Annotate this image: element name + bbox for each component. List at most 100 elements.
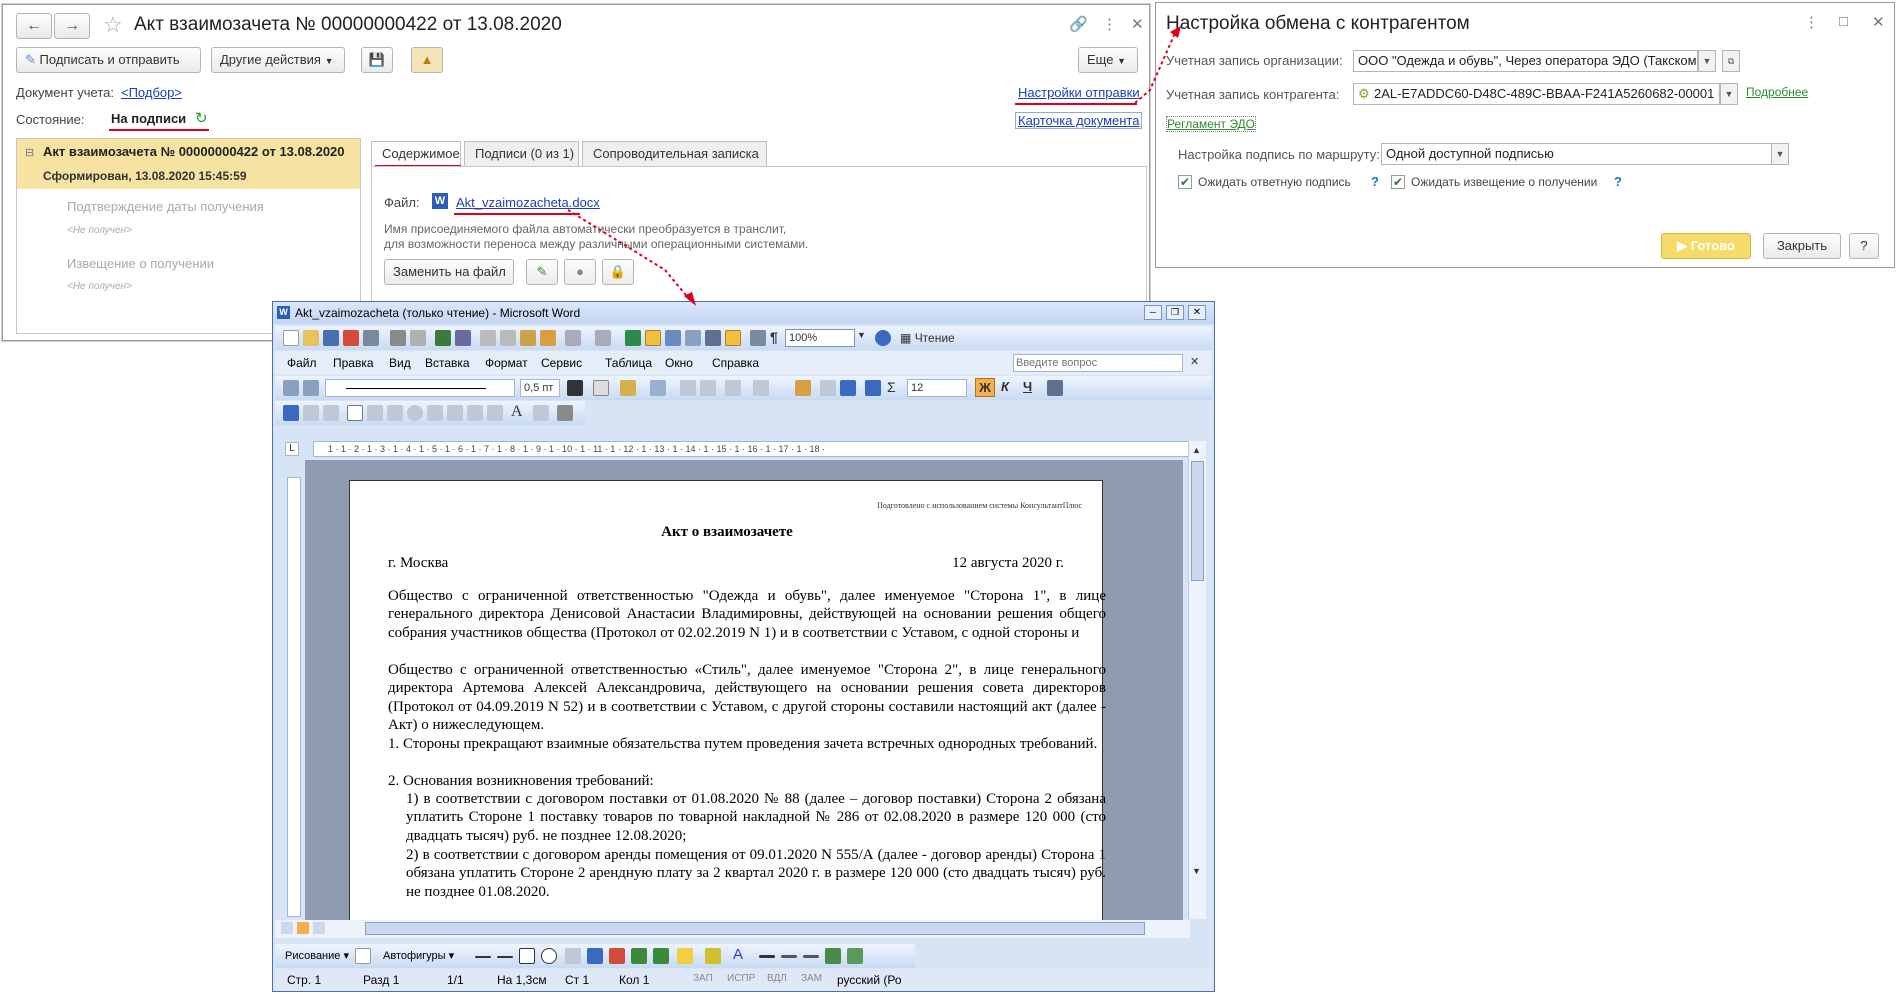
restore-icon[interactable]: ❐ <box>1166 305 1184 320</box>
redo-icon[interactable] <box>595 330 611 346</box>
spin-field-icon[interactable] <box>487 405 503 421</box>
reading-layout-icon[interactable] <box>313 922 325 934</box>
tab-content[interactable]: Содержимое <box>371 141 461 167</box>
link-icon[interactable]: 🔗 <box>1069 15 1088 33</box>
doc-link[interactable]: <Подбор> <box>121 85 182 100</box>
diagram-icon[interactable] <box>609 948 625 964</box>
reading-mode-button[interactable]: ▦ Чтение <box>900 331 955 345</box>
show-formatting-icon[interactable]: ¶ <box>770 329 778 345</box>
zoom-field[interactable]: 100% <box>785 329 855 347</box>
autoshapes-menu[interactable]: Автофигуры ▾ <box>383 949 454 962</box>
text-field-icon[interactable] <box>367 405 383 421</box>
help-icon[interactable]: ? <box>1371 174 1379 189</box>
align-icon[interactable] <box>725 380 741 396</box>
select-objects-icon[interactable] <box>355 948 371 964</box>
drawing-icon[interactable] <box>725 330 741 346</box>
line-width-field[interactable]: 0,5 пт <box>520 379 560 397</box>
close-icon[interactable]: ✕ <box>1872 13 1885 31</box>
back-button[interactable]: ← <box>16 13 52 39</box>
horizontal-ruler[interactable]: 1 · 1 · 2 · 1 · 3 · 1 · 4 · 1 · 5 · 1 · … <box>313 441 1193 457</box>
doc-map-icon[interactable] <box>750 330 766 346</box>
new-doc-icon[interactable] <box>283 330 299 346</box>
combo-field-icon[interactable] <box>387 405 403 421</box>
reglament-link[interactable]: Регламент ЭДО <box>1166 116 1257 132</box>
radio-field-icon[interactable] <box>407 405 423 421</box>
line-color-icon[interactable] <box>705 948 721 964</box>
wait-reply-checkbox[interactable]: ✔ <box>1178 175 1192 189</box>
insert-table-icon[interactable] <box>665 330 681 346</box>
other-actions-button[interactable]: Другие действия ▼ <box>211 47 345 73</box>
form-field-icon[interactable] <box>303 405 319 421</box>
help-icon[interactable] <box>875 330 891 346</box>
print-icon[interactable] <box>390 330 406 346</box>
frame-icon[interactable] <box>447 405 463 421</box>
research-icon[interactable] <box>455 330 471 346</box>
drawing-menu[interactable]: Рисование ▾ <box>285 949 349 962</box>
edit-file-button[interactable]: ✎ <box>526 259 558 285</box>
scroll-field-icon[interactable] <box>467 405 483 421</box>
undo-icon[interactable] <box>565 330 581 346</box>
dash-style-icon[interactable] <box>781 955 797 958</box>
distribute-icon[interactable] <box>753 380 769 396</box>
file-link[interactable]: Akt_vzaimozacheta.docx <box>456 195 600 210</box>
picture-icon[interactable] <box>653 948 669 964</box>
vertical-scrollbar[interactable]: ▲ ▼ <box>1188 441 1206 919</box>
oval-tool-icon[interactable] <box>541 948 557 964</box>
more-details-link[interactable]: Подробнее <box>1746 85 1808 99</box>
scroll-down-icon[interactable]: ▼ <box>1192 866 1201 876</box>
structure-button[interactable]: ▲ <box>411 47 443 73</box>
font-color-icon[interactable]: A <box>733 946 743 963</box>
scroll-thumb[interactable] <box>1191 461 1204 581</box>
menu-window[interactable]: Окно <box>665 356 693 370</box>
dropdown-arrow-icon[interactable]: ▼ <box>857 330 866 340</box>
minimize-icon[interactable]: ─ <box>1144 305 1162 320</box>
tools-icon[interactable] <box>557 405 573 421</box>
fill-color-icon[interactable] <box>677 948 693 964</box>
email-icon[interactable] <box>363 330 379 346</box>
wait-notice-checkbox[interactable]: ✔ <box>1391 175 1405 189</box>
menu-tools[interactable]: Сервис <box>541 356 582 370</box>
horizontal-scrollbar[interactable] <box>275 920 1190 938</box>
maximize-icon[interactable]: □ <box>1839 13 1848 30</box>
menu-file[interactable]: Файл <box>287 356 317 370</box>
draw-table-icon[interactable] <box>283 405 299 421</box>
arrow-tool-icon[interactable] <box>497 956 513 958</box>
refresh-icon[interactable]: ↻ <box>195 109 208 127</box>
paste-icon[interactable] <box>520 330 536 346</box>
bold-button[interactable]: Ж <box>975 378 995 397</box>
columns-icon[interactable] <box>705 330 721 346</box>
counterparty-dropdown[interactable]: ▼ <box>1720 83 1738 105</box>
open-folder-icon[interactable] <box>303 330 319 346</box>
menu-view[interactable]: Вид <box>389 356 411 370</box>
sort-icon[interactable] <box>840 380 856 396</box>
settings-link[interactable]: Настройки отправки <box>1018 85 1140 100</box>
line-style-field[interactable] <box>325 379 515 397</box>
menu-edit[interactable]: Правка <box>333 356 374 370</box>
route-field[interactable]: Одной доступной подписью <box>1381 143 1789 165</box>
sort-desc-icon[interactable] <box>865 380 881 396</box>
org-dropdown[interactable]: ▼ <box>1698 50 1716 72</box>
org-field[interactable]: ООО "Одежда и обувь", Через оператора ЭД… <box>1353 50 1698 72</box>
close-doc-icon[interactable]: ✕ <box>1190 355 1199 368</box>
print-preview-icon[interactable] <box>410 330 426 346</box>
arrow-style-icon[interactable] <box>803 955 819 958</box>
textbox-icon[interactable] <box>565 948 581 964</box>
save-icon[interactable] <box>323 330 339 346</box>
document-page[interactable]: Подготовлено с использованием системы Ко… <box>349 480 1106 920</box>
shadow-icon[interactable] <box>825 948 841 964</box>
more-button[interactable]: Еще ▼ <box>1078 47 1138 73</box>
wordart-icon[interactable] <box>587 948 603 964</box>
spelling-icon[interactable] <box>435 330 451 346</box>
menu-insert[interactable]: Вставка <box>425 356 470 370</box>
unlock-button[interactable]: 🔒 <box>602 259 634 285</box>
status-rec[interactable]: ЗАП <box>693 973 713 984</box>
split-cells-icon[interactable] <box>700 380 716 396</box>
bullets-icon[interactable] <box>1047 380 1063 396</box>
eraser-icon[interactable] <box>303 380 319 396</box>
print-layout-icon[interactable] <box>297 922 309 934</box>
rectangle-tool-icon[interactable] <box>519 948 535 964</box>
border-color-icon[interactable] <box>567 380 583 396</box>
line-style-icon[interactable] <box>759 955 775 958</box>
route-dropdown[interactable]: ▼ <box>1771 143 1789 165</box>
sign-send-button[interactable]: ✎ Подписать и отправить <box>16 47 201 73</box>
